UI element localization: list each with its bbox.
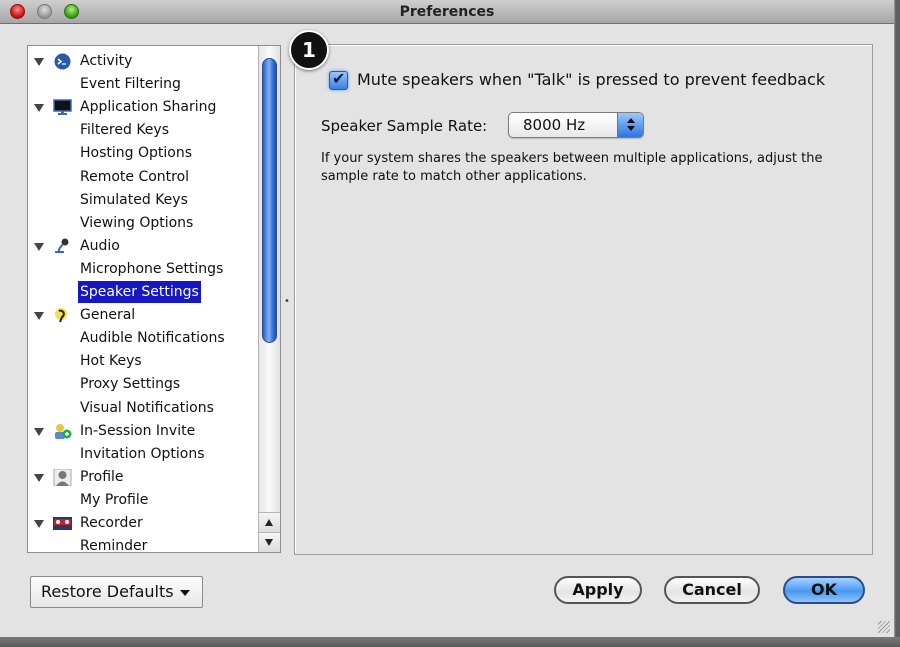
tree-subitem[interactable]: Hot Keys [28,350,258,372]
tree-item-label: Recorder [80,515,143,531]
tree-item-label: Audio [80,237,120,254]
disclosure-triangle-icon[interactable] [34,312,44,321]
general-settings-icon [53,307,72,324]
cancel-button[interactable]: Cancel [664,576,760,604]
tree-item-label: Hot Keys [80,353,142,370]
tree-subitem[interactable]: Visual Notifications [28,397,258,419]
microphone-icon [53,238,72,255]
tree-category[interactable]: Activity [28,50,258,72]
profile-silhouette-icon [53,468,72,487]
select-stepper-arrows-icon [617,113,643,137]
sample-rate-help-text: If your system shares the speakers betwe… [321,151,823,184]
tree-category[interactable]: Audio [28,235,258,257]
background-bottom-edge [0,637,900,647]
tree-item-label: Viewing Options [80,214,194,231]
tree-subitem[interactable]: Hosting Options [28,142,258,164]
tree-subitem[interactable]: My Profile [28,489,258,511]
tree-subitem[interactable]: Invitation Options [28,443,258,465]
tree-subitem[interactable]: Speaker Settings [28,281,258,303]
disclosure-triangle-icon[interactable] [34,473,44,482]
scroll-down-button[interactable] [259,532,280,552]
tree-item-label: In-Session Invite [80,422,196,439]
split-pane-divider-handle[interactable]: • [284,296,290,307]
tree-item-label: Invitation Options [80,445,205,462]
tree-subitem[interactable]: Simulated Keys [28,189,258,211]
tree-subitem[interactable]: Proxy Settings [28,373,258,395]
scroll-down-arrow-icon [265,539,273,546]
tree-item-label: Reminder [80,538,148,553]
scroll-up-button[interactable] [259,512,280,532]
preferences-window: Preferences Activity Event Filtering Appli… [0,0,895,637]
ok-button[interactable]: OK [783,576,865,604]
tree-category[interactable]: Recorder [28,512,258,534]
tree-item-label: Proxy Settings [80,376,181,393]
apply-button[interactable]: Apply [554,576,642,604]
checkmark-icon: ✔ [332,69,346,88]
scrollbar-thumb[interactable] [262,58,277,343]
tree-item-label: Event Filtering [80,76,181,93]
disclosure-triangle-icon[interactable] [34,58,44,66]
tree-vertical-scrollbar[interactable] [258,46,280,552]
tree-item-label: My Profile [80,491,149,508]
tree-subitem[interactable]: Event Filtering [28,73,258,95]
tree-subitem[interactable]: Remote Control [28,166,258,188]
dropdown-caret-icon [179,589,190,596]
tree-item-label: Simulated Keys [80,191,188,208]
tree-item-label: Application Sharing [80,99,217,116]
tree-subitem[interactable]: Viewing Options [28,212,258,234]
scroll-up-arrow-icon [265,519,273,526]
disclosure-triangle-icon[interactable] [34,104,44,113]
mute-speakers-label[interactable]: Mute speakers when "Talk" is pressed to … [357,70,825,89]
invite-user-icon [53,423,72,440]
background-edge [896,0,900,647]
restore-defaults-button[interactable]: Restore Defaults [30,576,203,608]
recorder-icon [53,515,72,532]
title-bar: Preferences [0,0,894,24]
tree-item-label: Microphone Settings [80,260,224,277]
speaker-sample-rate-select[interactable]: 8000 Hz [508,112,644,138]
tree-subitem[interactable]: Microphone Settings [28,258,258,280]
disclosure-triangle-icon[interactable] [34,427,44,436]
tree-category[interactable]: Profile [28,466,258,488]
restore-defaults-label: Restore Defaults [41,582,174,601]
tree-item-label: Hosting Options [80,145,192,162]
tree-subitem[interactable]: Filtered Keys [28,119,258,141]
tree-item-label: Visual Notifications [80,399,214,416]
activity-terminal-icon [53,53,72,70]
tree-item-label: Activity [80,53,133,69]
mute-speakers-checkbox[interactable]: ✔ [329,69,348,90]
tree-category[interactable]: In-Session Invite [28,420,258,442]
tree-item-label: Filtered Keys [80,122,169,139]
monitor-icon [53,99,72,116]
resize-grip-icon[interactable] [878,621,890,633]
sample-rate-value: 8000 Hz [523,116,586,134]
disclosure-triangle-icon[interactable] [34,520,44,528]
tree-item-label: Audible Notifications [80,330,225,347]
callout-number-badge: 1 [289,30,329,70]
tree-category[interactable]: General [28,304,258,326]
preferences-category-tree[interactable]: Activity Event Filtering Application Shari… [27,45,281,553]
tree-item-label: Speaker Settings [78,281,201,303]
tree-item-label: General [80,307,136,324]
tree-subitem[interactable]: Reminder [28,535,258,553]
tree-item-label: Profile [80,468,124,485]
tree-item-label: Remote Control [80,168,190,185]
disclosure-triangle-icon[interactable] [34,242,44,251]
window-title: Preferences [399,4,495,20]
tree-category[interactable]: Application Sharing [28,96,258,118]
speaker-sample-rate-label: Speaker Sample Rate: [321,117,488,135]
tree-subitem[interactable]: Audible Notifications [28,327,258,349]
